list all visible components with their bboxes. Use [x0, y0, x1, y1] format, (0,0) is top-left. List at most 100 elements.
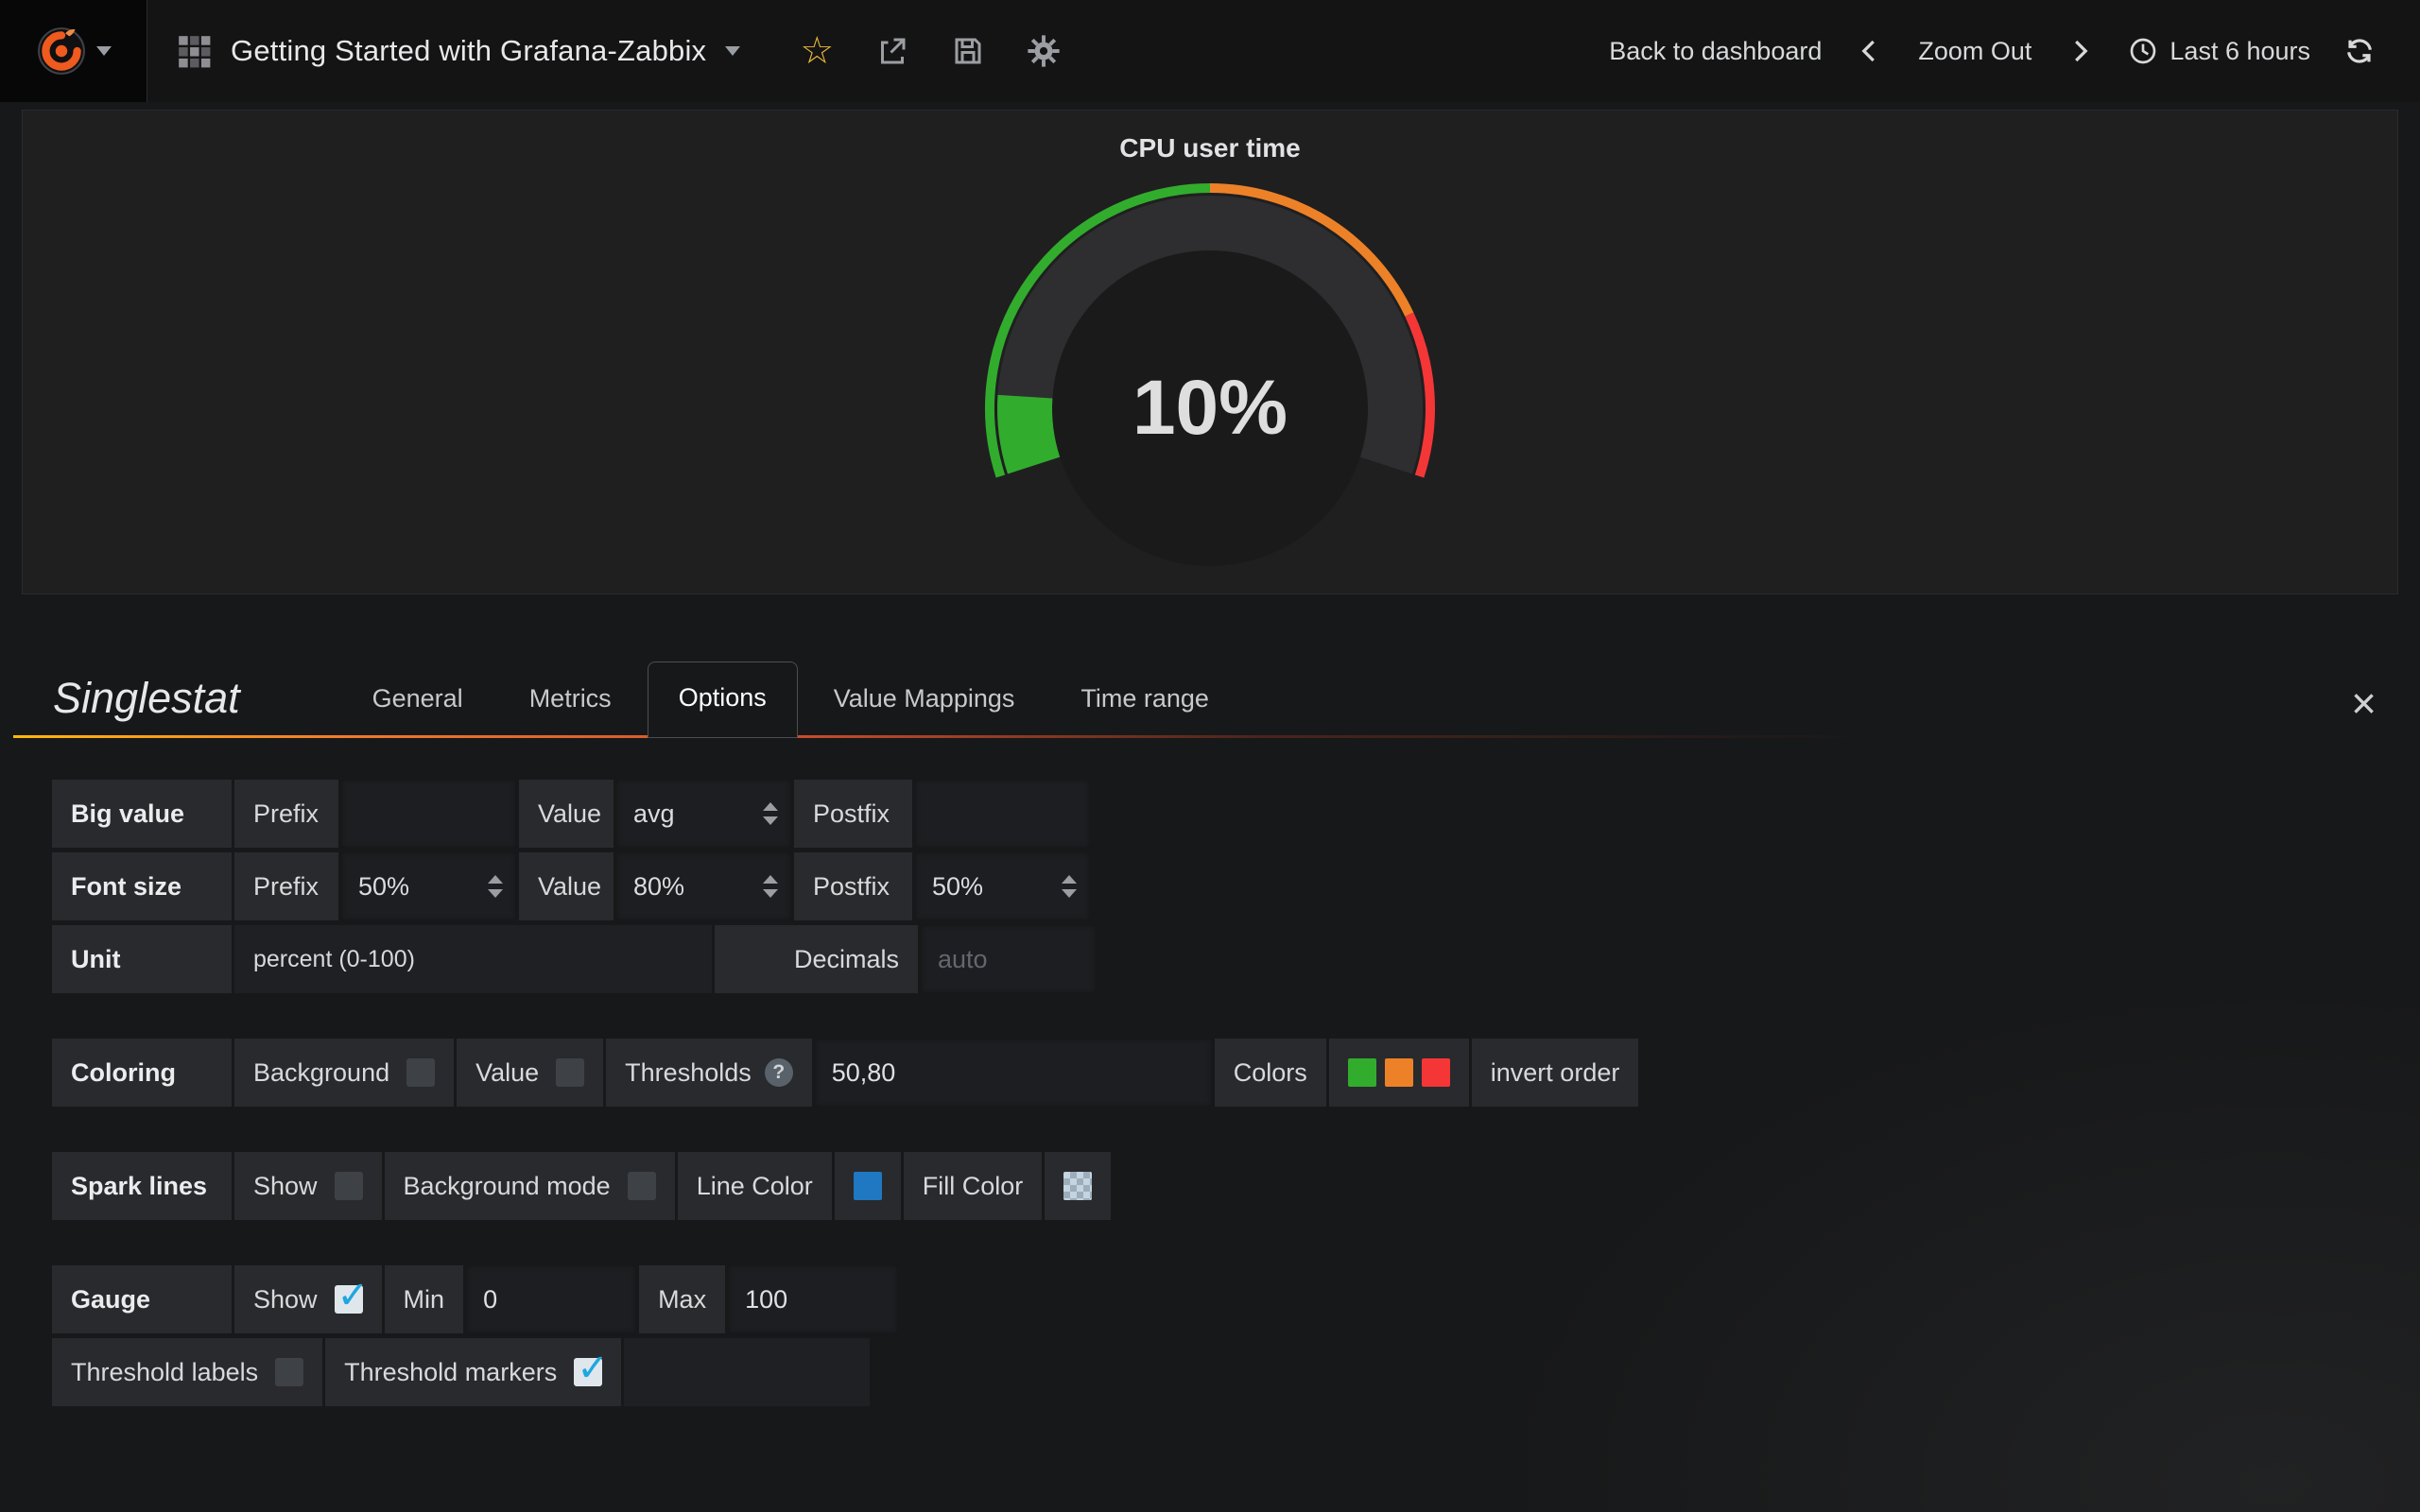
line-color-swatch[interactable] — [854, 1172, 882, 1200]
share-icon — [875, 34, 909, 68]
select-value: 80% — [633, 872, 684, 902]
panel-editor: Singlestat General Metrics Options Value… — [0, 659, 2420, 1512]
tab-metrics[interactable]: Metrics — [499, 663, 642, 738]
panel-title: CPU user time — [1119, 133, 1300, 163]
min-label: Min — [385, 1265, 464, 1333]
big-value-stat-select[interactable]: avg — [616, 780, 791, 848]
chevron-left-icon — [1856, 37, 1884, 65]
big-value-row: Big value Prefix Value avg Postfix — [52, 780, 2420, 848]
tab-value-mappings[interactable]: Value Mappings — [804, 663, 1046, 738]
gauge-row: Gauge Show Min Max — [52, 1265, 2420, 1333]
save-button[interactable] — [937, 20, 999, 82]
spinner-icon — [1062, 875, 1077, 898]
dashboard-title: Getting Started with Grafana-Zabbix — [231, 34, 706, 68]
grafana-app: Getting Started with Grafana-Zabbix ☆ — [0, 0, 2420, 1512]
stat-select-value: avg — [633, 799, 675, 829]
select-value: 50% — [358, 872, 409, 902]
time-picker-button[interactable]: Last 6 hours — [2128, 36, 2310, 66]
line-color-label: Line Color — [678, 1152, 832, 1220]
fill-color-label: Fill Color — [904, 1152, 1043, 1220]
spinner-icon — [763, 875, 778, 898]
chevron-down-icon — [725, 46, 740, 56]
unit-picker[interactable]: percent (0-100) — [234, 925, 712, 993]
threshold-markers-checkbox[interactable] — [574, 1358, 602, 1386]
gauge-min-input[interactable] — [466, 1265, 636, 1333]
gauge-show-checkbox[interactable] — [335, 1285, 363, 1314]
threshold-color-swatch-red[interactable] — [1422, 1058, 1450, 1087]
threshold-labels-checkbox[interactable] — [275, 1358, 303, 1386]
value-font-size-select[interactable]: 80% — [616, 852, 791, 920]
coloring-value-toggle: Value — [457, 1039, 603, 1107]
tab-options[interactable]: Options — [648, 662, 798, 738]
dashboard-grid-icon — [176, 33, 212, 69]
help-icon[interactable]: ? — [765, 1058, 793, 1087]
time-shift-back-button[interactable] — [1848, 29, 1892, 73]
star-button[interactable]: ☆ — [786, 20, 848, 82]
grafana-logo-icon — [36, 26, 87, 77]
navbar-right: Back to dashboard Zoom Out Last 6 hours — [1609, 0, 2420, 102]
threshold-color-swatch-orange[interactable] — [1385, 1058, 1413, 1087]
invert-order-button[interactable]: invert order — [1472, 1039, 1639, 1107]
line-color-swatch-cell — [835, 1152, 901, 1220]
value-checkbox[interactable] — [556, 1058, 584, 1087]
max-label: Max — [639, 1265, 725, 1333]
fill-color-swatch[interactable] — [1063, 1172, 1092, 1200]
gauge-panel[interactable]: CPU user time 10% — [22, 110, 2398, 594]
share-button[interactable] — [861, 20, 924, 82]
gauge-threshold-row: Threshold labels Threshold markers — [52, 1338, 2420, 1406]
star-icon: ☆ — [800, 32, 834, 70]
refresh-button[interactable] — [2337, 28, 2382, 74]
time-range-label: Last 6 hours — [2169, 37, 2310, 66]
font-size-label: Font size — [52, 852, 232, 920]
background-mode-checkbox[interactable] — [628, 1172, 656, 1200]
gear-icon — [1026, 33, 1062, 69]
background-mode-label: Background mode — [404, 1172, 611, 1201]
select-value: 50% — [932, 872, 983, 902]
sparkline-show-checkbox[interactable] — [335, 1172, 363, 1200]
dashboard-page: CPU user time 10% Singlestat General Met… — [0, 102, 2420, 1512]
decimals-input[interactable] — [921, 925, 1096, 993]
prefix-font-size-select[interactable]: 50% — [341, 852, 516, 920]
navbar-actions: ☆ — [786, 0, 1075, 102]
thresholds-input[interactable] — [815, 1039, 1212, 1107]
grafana-menu-button[interactable] — [0, 0, 147, 102]
threshold-color-swatch-green[interactable] — [1348, 1058, 1376, 1087]
threshold-labels-label: Threshold labels — [71, 1358, 258, 1387]
value-label: Value — [519, 852, 614, 920]
back-to-dashboard-link[interactable]: Back to dashboard — [1609, 37, 1822, 66]
editor-panel-type: Singlestat — [53, 674, 240, 738]
spark-lines-row: Spark lines Show Background mode Line Co… — [52, 1152, 2420, 1220]
settings-button[interactable] — [1012, 20, 1075, 82]
thresholds-cell: Thresholds ? — [606, 1039, 812, 1107]
gauge-max-input[interactable] — [728, 1265, 898, 1333]
background-label: Background — [253, 1058, 389, 1088]
big-value-label: Big value — [52, 780, 232, 848]
background-checkbox[interactable] — [406, 1058, 435, 1087]
postfix-font-size-select[interactable]: 50% — [915, 852, 1090, 920]
prefix-label: Prefix — [234, 852, 338, 920]
time-shift-forward-button[interactable] — [2058, 29, 2101, 73]
colors-swatches-cell — [1329, 1039, 1469, 1107]
tab-general[interactable]: General — [342, 663, 493, 738]
refresh-icon — [2344, 36, 2375, 66]
options-form: Big value Prefix Value avg Postfix Font … — [0, 738, 2420, 1406]
tab-time-range[interactable]: Time range — [1050, 663, 1239, 738]
close-icon[interactable]: × — [2342, 681, 2386, 738]
clock-icon — [2128, 36, 2158, 66]
big-value-postfix-input[interactable] — [915, 780, 1090, 848]
big-value-prefix-input[interactable] — [341, 780, 516, 848]
thresholds-label: Thresholds — [625, 1058, 752, 1088]
sparkline-show-toggle: Show — [234, 1152, 382, 1220]
unit-label: Unit — [52, 925, 232, 993]
threshold-labels-toggle: Threshold labels — [52, 1338, 322, 1406]
colors-label: Colors — [1215, 1039, 1326, 1107]
editor-tabs: General Metrics Options Value Mappings T… — [342, 662, 1239, 738]
show-label: Show — [253, 1285, 318, 1314]
gauge-chart: 10% — [912, 177, 1508, 578]
value-label: Value — [475, 1058, 539, 1088]
spinner-icon — [488, 875, 503, 898]
unit-row: Unit percent (0-100) Decimals — [52, 925, 2420, 993]
zoom-out-button[interactable]: Zoom Out — [1918, 37, 2031, 66]
dashboard-title-button[interactable]: Getting Started with Grafana-Zabbix — [147, 0, 769, 102]
font-size-row: Font size Prefix 50% Value 80% Postfix — [52, 852, 2420, 920]
